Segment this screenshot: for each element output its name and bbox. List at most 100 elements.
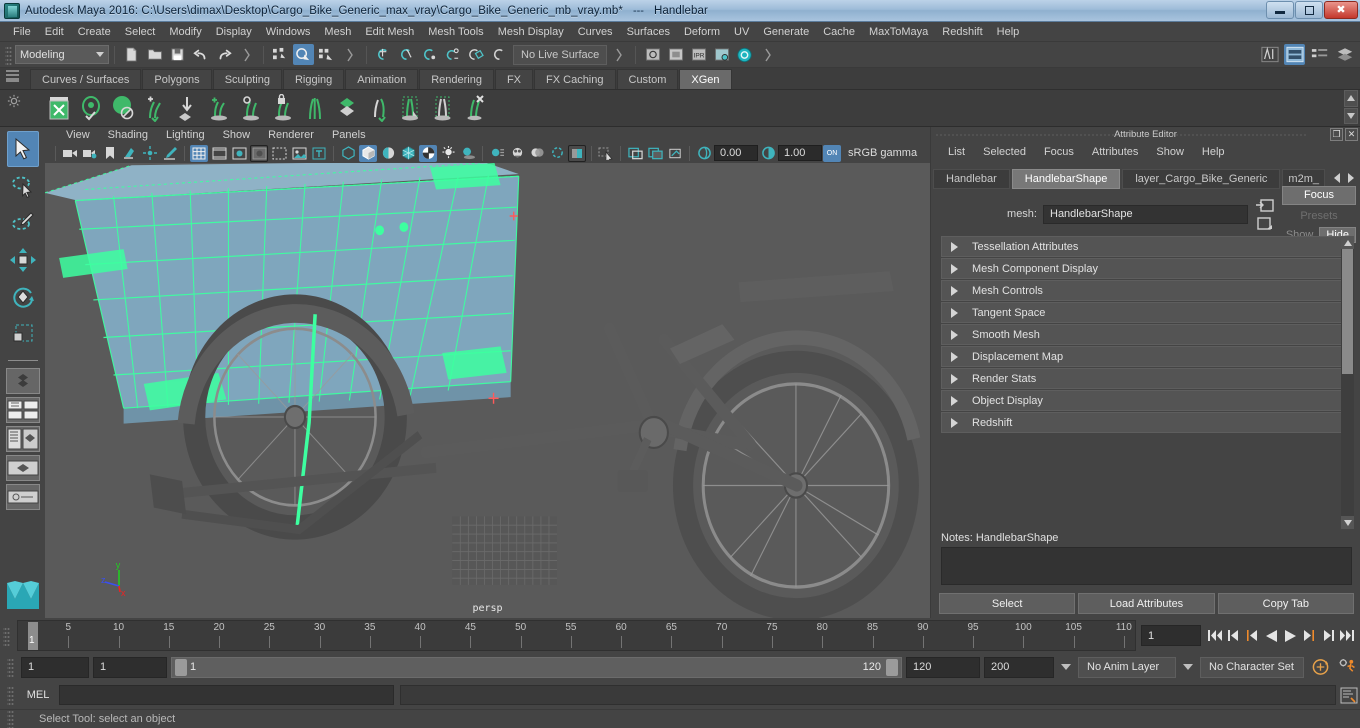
- perspective-viewport[interactable]: y z x persp: [45, 163, 930, 618]
- auto-keyframe-icon[interactable]: [1308, 658, 1332, 676]
- new-scene-icon[interactable]: [121, 44, 142, 65]
- go-to-start-icon[interactable]: [1205, 625, 1223, 646]
- go-to-end-icon[interactable]: [1338, 625, 1356, 646]
- tab-scroll-left-icon[interactable]: [1333, 172, 1342, 187]
- menu-surfaces[interactable]: Surfaces: [620, 24, 677, 40]
- render-current-frame-icon[interactable]: [642, 44, 663, 65]
- resolution-gate-icon[interactable]: [230, 145, 248, 162]
- commandline-grip[interactable]: [7, 685, 14, 705]
- texture-display-icon[interactable]: [399, 145, 417, 162]
- select-by-component-icon[interactable]: [316, 44, 337, 65]
- xgen-import-icon[interactable]: [172, 92, 202, 124]
- film-gate-icon[interactable]: [210, 145, 228, 162]
- snap-to-grid-icon[interactable]: [373, 44, 394, 65]
- lighting-toggle-icon[interactable]: [439, 145, 457, 162]
- mesh-name-field[interactable]: HandlebarShape: [1043, 204, 1248, 224]
- shelf-tab-polygons[interactable]: Polygons: [142, 69, 212, 89]
- wireframe-shading-icon[interactable]: [339, 145, 357, 162]
- xgen-sculpt-icon[interactable]: [396, 92, 426, 124]
- helpline-grip[interactable]: [7, 709, 14, 728]
- tab-scroll-right-icon[interactable]: [1346, 172, 1355, 187]
- shelf-tab-xgen[interactable]: XGen: [679, 69, 732, 89]
- menu-deform[interactable]: Deform: [677, 24, 727, 40]
- section-tangent-space[interactable]: Tangent Space: [941, 302, 1354, 323]
- section-redshift[interactable]: Redshift: [941, 412, 1354, 433]
- load-attributes-button[interactable]: Load Attributes: [1078, 593, 1215, 614]
- show-hide-channel-box-icon[interactable]: [1309, 44, 1330, 65]
- xray-joints-icon[interactable]: [646, 145, 664, 162]
- script-editor-icon[interactable]: [1338, 685, 1360, 705]
- attribute-sections-scrollbar[interactable]: [1341, 236, 1354, 529]
- menu-mesh-display[interactable]: Mesh Display: [491, 24, 571, 40]
- character-set-dropdown-icon[interactable]: [1183, 664, 1193, 670]
- statusline-collapse-right-icon-3[interactable]: [608, 44, 629, 65]
- rotate-tool[interactable]: [7, 279, 39, 315]
- menu-windows[interactable]: Windows: [259, 24, 318, 40]
- paint-select-tool[interactable]: [7, 205, 39, 241]
- menu-edit-mesh[interactable]: Edit Mesh: [358, 24, 421, 40]
- menu-display[interactable]: Display: [209, 24, 259, 40]
- xgen-delete-icon[interactable]: [460, 92, 490, 124]
- smooth-shade-all-icon[interactable]: [359, 144, 377, 162]
- menuset-selector[interactable]: Modeling: [15, 45, 109, 64]
- xgen-editor-icon[interactable]: [44, 92, 74, 124]
- viewport-menu-lighting[interactable]: Lighting: [157, 129, 214, 141]
- ae-menu-attributes[interactable]: Attributes: [1083, 146, 1147, 158]
- menu-uv[interactable]: UV: [727, 24, 756, 40]
- xgen-region-icon[interactable]: [428, 92, 458, 124]
- image-plane-icon[interactable]: [121, 145, 139, 162]
- presets-button[interactable]: Presets: [1282, 207, 1356, 225]
- snap-to-projected-center-icon[interactable]: [442, 44, 463, 65]
- lasso-select-tool[interactable]: [7, 168, 39, 204]
- xgen-clump-icon[interactable]: [332, 92, 362, 124]
- snap-to-curve-icon[interactable]: [396, 44, 417, 65]
- shelf-scroll-buttons[interactable]: [1344, 90, 1358, 124]
- statusline-collapse-right-icon-2[interactable]: [339, 44, 360, 65]
- scale-tool[interactable]: [7, 316, 39, 352]
- current-time-field[interactable]: 1: [1141, 625, 1201, 646]
- scroll-down-icon[interactable]: [1341, 516, 1354, 529]
- ae-menu-show[interactable]: Show: [1147, 146, 1193, 158]
- shelf-grip[interactable]: [6, 70, 19, 82]
- xgen-add-density-icon[interactable]: [204, 92, 234, 124]
- time-slider[interactable]: 1 5 10 15 20 25 30 35 40 45 50 55 60 65 …: [17, 620, 1136, 651]
- rangeslider-grip[interactable]: [7, 657, 14, 677]
- shelf-tab-curves-surfaces[interactable]: Curves / Surfaces: [30, 69, 142, 89]
- step-back-frame-icon[interactable]: [1243, 625, 1261, 646]
- ae-menu-selected[interactable]: Selected: [974, 146, 1035, 158]
- select-by-hierarchy-icon[interactable]: [270, 44, 291, 65]
- ambient-occlusion-icon[interactable]: [508, 145, 526, 162]
- scrollbar-thumb[interactable]: [1342, 249, 1353, 374]
- xgen-preview-icon[interactable]: [76, 92, 106, 124]
- timeslider-grip[interactable]: [3, 625, 10, 646]
- select-camera-icon[interactable]: [61, 145, 79, 162]
- make-live-icon[interactable]: [488, 44, 509, 65]
- range-end-handle[interactable]: [886, 658, 898, 676]
- shelf-tab-custom[interactable]: Custom: [616, 69, 679, 89]
- shadows-toggle-icon[interactable]: [459, 145, 477, 162]
- ae-tab-handlebarshape[interactable]: HandlebarShape: [1011, 169, 1121, 189]
- select-by-object-icon[interactable]: [293, 44, 314, 65]
- focus-button[interactable]: Focus: [1282, 185, 1356, 205]
- menu-mesh[interactable]: Mesh: [317, 24, 358, 40]
- live-surface-field[interactable]: No Live Surface: [513, 44, 608, 65]
- shelf-tab-rendering[interactable]: Rendering: [419, 69, 494, 89]
- step-forward-frame-icon[interactable]: [1300, 625, 1318, 646]
- character-set-field[interactable]: No Character Set: [1200, 656, 1304, 678]
- ae-menu-help[interactable]: Help: [1193, 146, 1234, 158]
- xgen-sphere-icon[interactable]: [108, 92, 138, 124]
- gear-icon[interactable]: [7, 94, 21, 108]
- animation-end-time-field[interactable]: 200: [984, 656, 1054, 678]
- anim-layer-dropdown-icon[interactable]: [1061, 664, 1071, 670]
- color-management-toggle[interactable]: ON: [823, 144, 841, 162]
- animation-start-time-field[interactable]: 1: [21, 656, 89, 678]
- show-hide-attribute-editor-icon[interactable]: [1284, 44, 1305, 65]
- show-hide-layer-editor-icon[interactable]: [1334, 44, 1355, 65]
- section-tessellation-attributes[interactable]: Tessellation Attributes: [941, 236, 1354, 257]
- menu-redshift[interactable]: Redshift: [935, 24, 989, 40]
- open-scene-icon[interactable]: [144, 44, 165, 65]
- bookmark-icon[interactable]: [101, 145, 119, 162]
- grease-pencil-icon[interactable]: [161, 145, 179, 162]
- section-mesh-component-display[interactable]: Mesh Component Display: [941, 258, 1354, 279]
- four-view-layout[interactable]: [5, 397, 40, 423]
